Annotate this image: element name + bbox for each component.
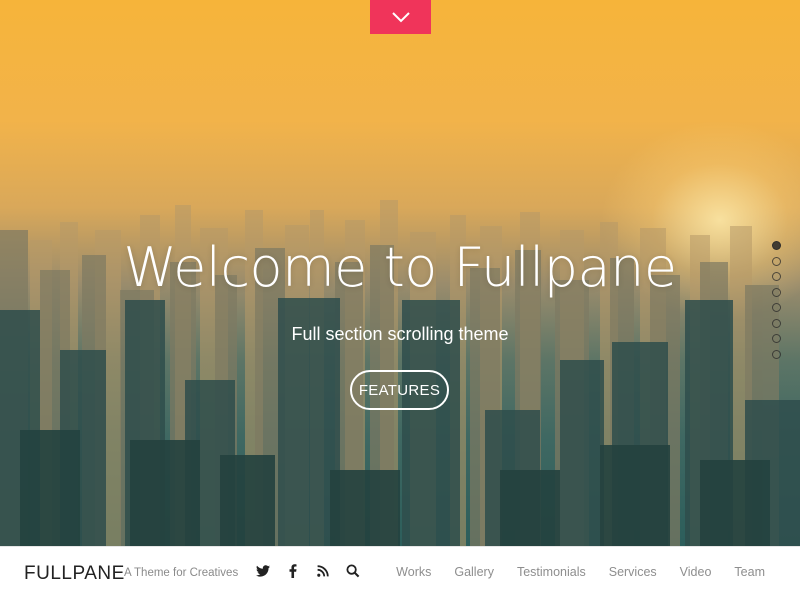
section-dot[interactable] xyxy=(772,318,781,328)
nav-item-gallery[interactable]: Gallery xyxy=(454,565,494,579)
nav-item-works[interactable]: Works xyxy=(396,565,431,579)
features-button[interactable]: FEATURES xyxy=(350,370,449,410)
facebook-icon[interactable] xyxy=(285,563,301,579)
nav-item-team[interactable]: Team xyxy=(734,565,765,579)
section-dot[interactable] xyxy=(772,349,781,359)
section-dot[interactable] xyxy=(772,287,781,297)
social-links xyxy=(255,563,361,579)
section-dot-nav xyxy=(772,241,782,365)
main-nav: Works Gallery Testimonials Services Vide… xyxy=(396,565,765,579)
hero-section: Welcome to Fullpane Full section scrolli… xyxy=(0,0,800,546)
hero-title: Welcome to Fullpane xyxy=(123,236,677,299)
rss-icon[interactable] xyxy=(315,563,331,579)
scroll-down-button[interactable] xyxy=(370,0,431,34)
footer-bar: FULLPANE A Theme for Creatives Works Gal… xyxy=(0,546,800,600)
chevron-down-icon xyxy=(391,12,410,23)
section-dot[interactable] xyxy=(772,303,781,312)
section-dot[interactable] xyxy=(772,272,781,281)
section-dot[interactable] xyxy=(772,256,781,266)
search-icon[interactable] xyxy=(345,563,361,579)
hero-subtitle: Full section scrolling theme xyxy=(291,324,509,344)
nav-item-testimonials[interactable]: Testimonials xyxy=(517,565,586,579)
section-dot[interactable] xyxy=(772,334,781,343)
brand-tagline: A Theme for Creatives xyxy=(124,567,239,579)
nav-item-video[interactable]: Video xyxy=(680,565,712,579)
brand-logo[interactable]: FULLPANE xyxy=(24,563,125,585)
section-dot[interactable] xyxy=(772,241,781,250)
twitter-icon[interactable] xyxy=(255,563,271,579)
nav-item-services[interactable]: Services xyxy=(609,565,657,579)
